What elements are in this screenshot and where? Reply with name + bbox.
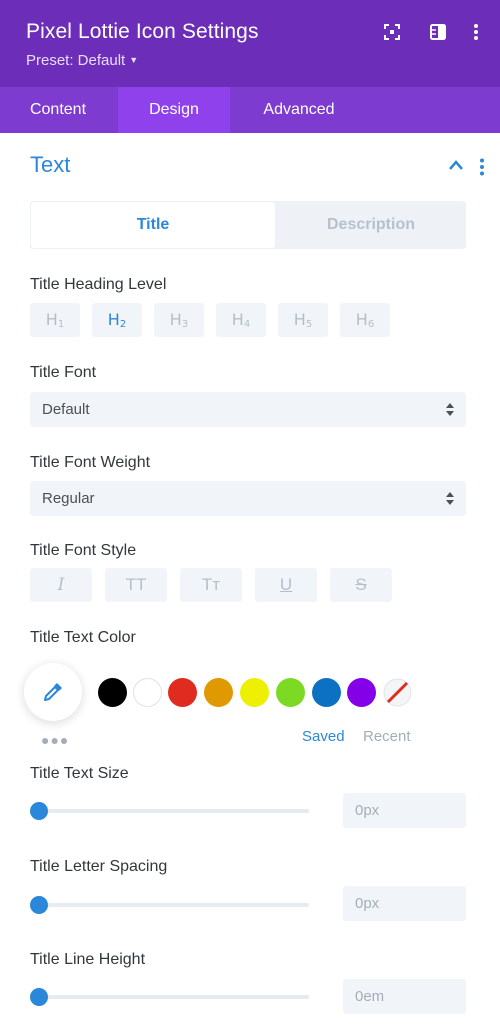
recent-colors-tab[interactable]: Recent bbox=[363, 728, 411, 745]
focus-icon[interactable] bbox=[381, 21, 403, 43]
color-swatch-green[interactable] bbox=[276, 678, 305, 707]
text-size-input[interactable]: 0px bbox=[343, 793, 466, 828]
letter-spacing-slider-thumb[interactable] bbox=[30, 896, 48, 914]
heading-letter: H bbox=[169, 310, 182, 329]
text-size-slider-track[interactable] bbox=[39, 809, 309, 813]
heading-h2-button[interactable]: H2 bbox=[92, 303, 142, 337]
settings-header: Pixel Lottie Icon Settings Preset: Defau… bbox=[0, 0, 500, 87]
color-swatch-black[interactable] bbox=[98, 678, 127, 707]
heading-letter: H bbox=[231, 310, 244, 329]
heading-number: 1 bbox=[57, 319, 65, 330]
section-title[interactable]: Text bbox=[30, 152, 70, 178]
heading-level-label: Title Heading Level bbox=[30, 276, 167, 293]
tab-advanced[interactable]: Advanced bbox=[240, 87, 358, 133]
heading-letter: H bbox=[293, 310, 306, 329]
chevron-up-icon[interactable] bbox=[448, 159, 464, 171]
text-size-value: 0px bbox=[355, 802, 380, 819]
heading-letter: H bbox=[355, 310, 368, 329]
settings-tabs: Content Design Advanced bbox=[0, 87, 500, 133]
font-weight-select[interactable]: Regular bbox=[30, 481, 466, 516]
font-select[interactable]: Default bbox=[30, 392, 466, 427]
more-vertical-icon[interactable] bbox=[465, 21, 487, 43]
select-arrows-icon bbox=[446, 403, 454, 416]
italic-button[interactable]: I bbox=[30, 568, 92, 602]
select-arrows-icon bbox=[446, 492, 454, 505]
color-swatch-purple[interactable] bbox=[347, 678, 376, 707]
eyedropper-icon bbox=[44, 683, 62, 701]
color-swatch-blue[interactable] bbox=[312, 678, 341, 707]
text-subtabs: Title Description bbox=[30, 201, 466, 249]
uppercase-icon: TT bbox=[125, 575, 147, 594]
heading-h6-button[interactable]: H6 bbox=[340, 303, 390, 337]
strikethrough-button[interactable]: S bbox=[330, 568, 392, 602]
modal-title: Pixel Lottie Icon Settings bbox=[26, 20, 259, 43]
heading-letter: H bbox=[45, 310, 58, 329]
underline-icon: U bbox=[279, 575, 293, 594]
heading-h3-button[interactable]: H3 bbox=[154, 303, 204, 337]
caret-down-icon: ▼ bbox=[129, 55, 139, 65]
text-size-label: Title Text Size bbox=[30, 765, 129, 782]
letter-spacing-slider-track[interactable] bbox=[39, 903, 309, 907]
color-swatch-red[interactable] bbox=[168, 678, 197, 707]
capitalize-button[interactable]: Tт bbox=[180, 568, 242, 602]
heading-number: 5 bbox=[305, 319, 313, 330]
strikethrough-icon: S bbox=[355, 575, 367, 594]
subtab-description[interactable]: Description bbox=[276, 201, 466, 249]
line-height-label: Title Line Height bbox=[30, 951, 146, 968]
heading-number: 2 bbox=[119, 319, 127, 330]
letter-spacing-input[interactable]: 0px bbox=[343, 886, 466, 921]
more-vertical-icon[interactable] bbox=[478, 158, 486, 176]
color-swatch-orange[interactable] bbox=[204, 678, 233, 707]
uppercase-button[interactable]: TT bbox=[105, 568, 167, 602]
no-color-swatch-icon[interactable] bbox=[383, 678, 412, 707]
line-height-input[interactable]: 0em bbox=[343, 979, 466, 1014]
line-height-slider-track[interactable] bbox=[39, 995, 309, 999]
color-picker-button[interactable] bbox=[24, 663, 82, 721]
heading-number: 4 bbox=[243, 319, 251, 330]
line-height-slider-thumb[interactable] bbox=[30, 988, 48, 1006]
heading-number: 6 bbox=[367, 319, 375, 330]
subtab-title[interactable]: Title bbox=[31, 202, 275, 248]
text-color-label: Title Text Color bbox=[30, 629, 136, 646]
font-label: Title Font bbox=[30, 364, 97, 381]
heading-h1-button[interactable]: H1 bbox=[30, 303, 80, 337]
heading-number: 3 bbox=[181, 319, 189, 330]
font-weight-select-value: Regular bbox=[42, 490, 95, 507]
letter-spacing-value: 0px bbox=[355, 895, 380, 912]
font-style-label: Title Font Style bbox=[30, 542, 137, 559]
preset-label: Preset: Default bbox=[26, 52, 126, 69]
more-colors-icon[interactable]: ●●● bbox=[41, 732, 69, 748]
italic-icon: I bbox=[57, 575, 65, 595]
saved-colors-tab[interactable]: Saved bbox=[302, 728, 345, 745]
tab-content[interactable]: Content bbox=[0, 87, 116, 133]
font-weight-label: Title Font Weight bbox=[30, 454, 151, 471]
line-height-value: 0em bbox=[355, 988, 385, 1005]
underline-button[interactable]: U bbox=[255, 568, 317, 602]
tab-design[interactable]: Design bbox=[118, 87, 230, 133]
preset-dropdown[interactable]: Preset: Default ▼ bbox=[26, 52, 138, 69]
capitalize-icon: Tт bbox=[201, 575, 221, 594]
color-swatch-yellow[interactable] bbox=[240, 678, 269, 707]
heading-letter: H bbox=[107, 310, 120, 329]
heading-h4-button[interactable]: H4 bbox=[216, 303, 266, 337]
heading-h5-button[interactable]: H5 bbox=[278, 303, 328, 337]
sidebar-layout-icon[interactable] bbox=[427, 21, 449, 43]
text-size-slider-thumb[interactable] bbox=[30, 802, 48, 820]
font-select-value: Default bbox=[42, 401, 90, 418]
color-swatch-white[interactable] bbox=[133, 678, 162, 707]
letter-spacing-label: Title Letter Spacing bbox=[30, 858, 168, 875]
